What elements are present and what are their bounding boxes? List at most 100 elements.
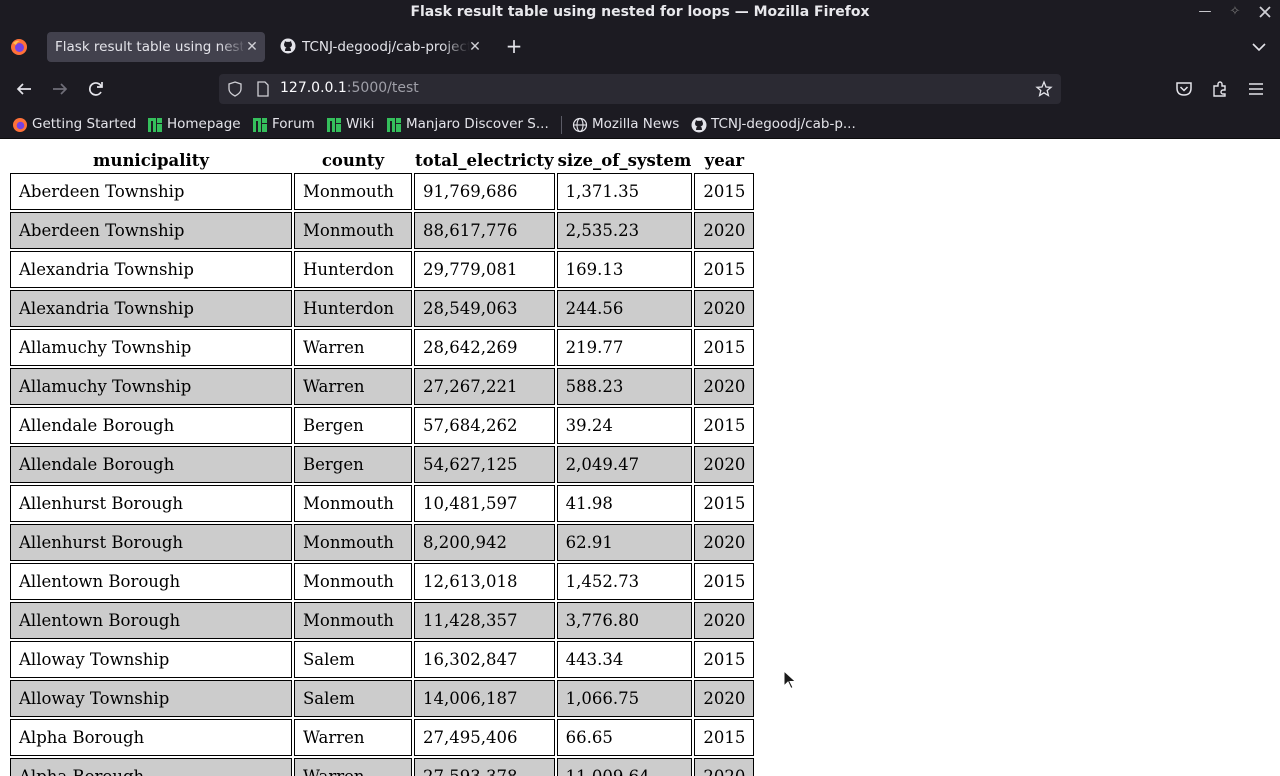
cell-total-electricity: 54,627,125 bbox=[414, 446, 555, 483]
column-header-county: county bbox=[321, 150, 385, 170]
cell-year: 2015 bbox=[694, 641, 755, 678]
close-icon[interactable] bbox=[1256, 3, 1274, 21]
cell-county: Monmouth bbox=[294, 602, 412, 639]
results-table: municipality county total_electricty siz… bbox=[8, 147, 756, 776]
minimize-icon[interactable]: — bbox=[1196, 3, 1214, 21]
cell-municipality: Alpha Borough bbox=[10, 758, 292, 776]
cell-total-electricity: 27,593,378 bbox=[414, 758, 555, 776]
bookmark-label: Wiki bbox=[346, 116, 375, 132]
star-icon[interactable] bbox=[1035, 80, 1053, 98]
cell-total-electricity: 11,428,357 bbox=[414, 602, 555, 639]
table-row: Alexandria Township Hunterdon 29,779,081 16… bbox=[10, 251, 755, 288]
url-host: 127.0.0.1 bbox=[280, 80, 347, 96]
bookmark-homepage[interactable]: Homepage bbox=[147, 113, 241, 135]
cell-municipality: Allentown Borough bbox=[10, 563, 292, 600]
github-icon bbox=[691, 117, 707, 133]
cell-total-electricity: 88,617,776 bbox=[414, 212, 555, 249]
bookmark-github-cab-project[interactable]: TCNJ-degoodj/cab-p... bbox=[691, 113, 856, 135]
cell-size-of-system: 11,009.64 bbox=[556, 758, 693, 776]
table-row: Alexandria Township Hunterdon 28,549,063 24… bbox=[10, 290, 755, 327]
table-row: Allamuchy Township Warren 27,267,221 588.23… bbox=[10, 368, 755, 405]
bookmark-separator bbox=[561, 116, 562, 134]
cell-county: Monmouth bbox=[294, 212, 412, 249]
cell-size-of-system: 1,371.35 bbox=[556, 173, 693, 210]
cell-size-of-system: 244.56 bbox=[556, 290, 693, 327]
table-row: Allentown Borough Monmouth 12,613,018 1,452… bbox=[10, 563, 755, 600]
cell-county: Bergen bbox=[294, 446, 412, 483]
forward-arrow-icon[interactable] bbox=[50, 79, 70, 99]
page-icon[interactable] bbox=[255, 81, 271, 97]
maximize-icon[interactable]: ✧ bbox=[1226, 3, 1244, 21]
bookmark-label: Manjaro Discover S... bbox=[406, 116, 549, 132]
cell-total-electricity: 12,613,018 bbox=[414, 563, 555, 600]
cell-size-of-system: 2,535.23 bbox=[556, 212, 693, 249]
page-content: municipality county total_electricty siz… bbox=[0, 139, 1280, 776]
cell-municipality: Alloway Township bbox=[10, 680, 292, 717]
cell-county: Monmouth bbox=[294, 524, 412, 561]
chevron-down-icon[interactable] bbox=[1250, 38, 1268, 56]
firefox-icon[interactable] bbox=[10, 38, 28, 56]
cell-year: 2020 bbox=[694, 290, 755, 327]
table-row: Alpha BoroughWarren27,593,37811,009.6420… bbox=[10, 758, 755, 776]
manjaro-icon bbox=[327, 118, 341, 132]
reload-icon[interactable] bbox=[86, 79, 106, 99]
new-tab-button[interactable]: + bbox=[505, 36, 523, 56]
cell-year: 2015 bbox=[694, 719, 755, 756]
cell-year: 2020 bbox=[694, 524, 755, 561]
table-row: Allentown Borough Monmouth 11,428,357 3,776… bbox=[10, 602, 755, 639]
cell-size-of-system: 1,066.75 bbox=[556, 680, 693, 717]
cell-year: 2015 bbox=[694, 329, 755, 366]
cell-total-electricity: 28,549,063 bbox=[414, 290, 555, 327]
bookmark-getting-started[interactable]: Getting Started bbox=[12, 113, 136, 135]
table-body: Aberdeen Township Monmouth 91,769,686 1,371… bbox=[10, 173, 755, 776]
table-row: Allenhurst Borough Monmouth 10,481,597 41.9… bbox=[10, 485, 755, 522]
cell-total-electricity: 57,684,262 bbox=[414, 407, 555, 444]
bookmark-forum[interactable]: Forum bbox=[252, 113, 315, 135]
cell-size-of-system: 2,049.47 bbox=[556, 446, 693, 483]
bookmark-manjaro-discover[interactable]: Manjaro Discover S... bbox=[386, 113, 549, 135]
cell-total-electricity: 27,267,221 bbox=[414, 368, 555, 405]
cell-total-electricity: 91,769,686 bbox=[414, 173, 555, 210]
cell-total-electricity: 16,302,847 bbox=[414, 641, 555, 678]
hamburger-menu-icon[interactable] bbox=[1247, 80, 1265, 98]
back-arrow-icon[interactable] bbox=[14, 79, 34, 99]
cell-size-of-system: 3,776.80 bbox=[556, 602, 693, 639]
close-tab-icon[interactable]: ✕ bbox=[245, 32, 259, 62]
bookmark-label: Homepage bbox=[167, 116, 241, 132]
bookmark-wiki[interactable]: Wiki bbox=[326, 113, 374, 135]
url-text[interactable]: 127.0.0.1:5000/test bbox=[280, 80, 419, 96]
manjaro-icon bbox=[387, 118, 401, 132]
close-tab-icon[interactable]: ✕ bbox=[468, 32, 482, 62]
cell-year: 2015 bbox=[694, 173, 755, 210]
cell-county: Hunterdon bbox=[294, 290, 412, 327]
tab-flask-results[interactable]: Flask result table using nested for loop… bbox=[47, 32, 265, 62]
tab-bar: Flask result table using nested for loop… bbox=[0, 26, 1280, 68]
shield-icon[interactable] bbox=[227, 81, 243, 97]
pocket-icon[interactable] bbox=[1175, 80, 1193, 98]
tab-github-cab-project[interactable]: TCNJ-degoodj/cab-project ✕ bbox=[272, 32, 488, 62]
cell-county: Warren bbox=[294, 329, 412, 366]
extensions-icon[interactable] bbox=[1211, 80, 1229, 98]
cell-year: 2015 bbox=[694, 251, 755, 288]
url-bar[interactable]: 127.0.0.1:5000/test bbox=[219, 74, 1061, 104]
tab-fade bbox=[219, 32, 247, 62]
cell-size-of-system: 66.65 bbox=[556, 719, 693, 756]
cell-county: Warren bbox=[294, 368, 412, 405]
table-row: Alloway Township Salem 16,302,847 443.34 201… bbox=[10, 641, 755, 678]
cell-size-of-system: 588.23 bbox=[556, 368, 693, 405]
bookmark-mozilla-news[interactable]: Mozilla News bbox=[572, 113, 679, 135]
cell-municipality: Allamuchy Township bbox=[10, 329, 292, 366]
table-row: Allendale Borough Bergen 57,684,262 39.24 20… bbox=[10, 407, 755, 444]
bookmark-label: Mozilla News bbox=[592, 116, 680, 132]
url-path: :5000/test bbox=[346, 80, 419, 96]
cell-year: 2015 bbox=[694, 563, 755, 600]
cell-municipality: Alexandria Township bbox=[10, 290, 292, 327]
browser-chrome: Flask result table using nested for loop… bbox=[0, 0, 1280, 139]
cell-year: 2020 bbox=[694, 212, 755, 249]
cell-county: Bergen bbox=[294, 407, 412, 444]
cell-year: 2020 bbox=[694, 680, 755, 717]
cell-size-of-system: 41.98 bbox=[556, 485, 693, 522]
cell-municipality: Allendale Borough bbox=[10, 446, 292, 483]
cell-year: 2015 bbox=[694, 485, 755, 522]
cell-size-of-system: 169.13 bbox=[556, 251, 693, 288]
